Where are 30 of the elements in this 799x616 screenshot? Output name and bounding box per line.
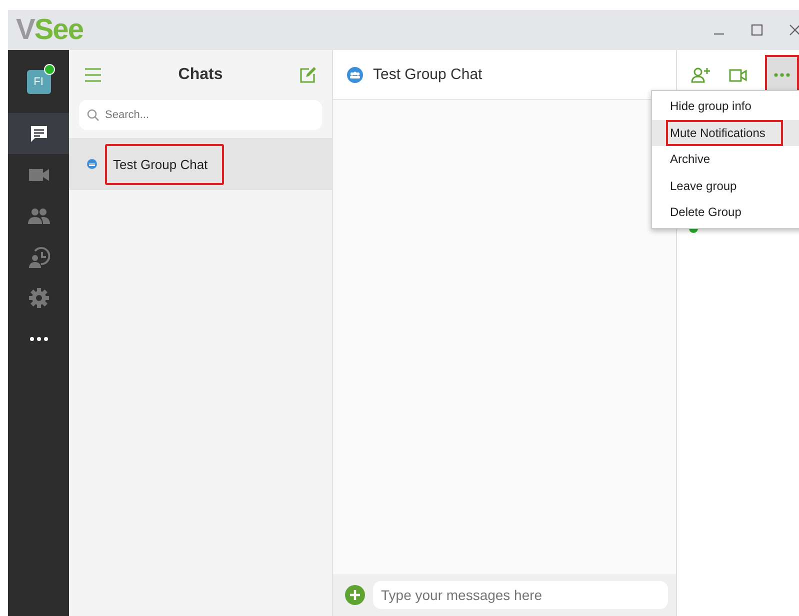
nav-tab[interactable] xyxy=(8,113,69,154)
chat-icon xyxy=(28,124,48,144)
menu-icon[interactable] xyxy=(85,68,101,82)
history-icon xyxy=(28,246,50,268)
compose-icon[interactable] xyxy=(300,67,316,83)
app-logo: VSee xyxy=(16,14,83,46)
menu-item[interactable]: Archive xyxy=(652,146,799,172)
chat-name: Test Group Chat xyxy=(105,144,224,184)
add-icon[interactable] xyxy=(345,585,365,605)
close-icon[interactable] xyxy=(789,24,799,36)
settings-icon xyxy=(28,288,48,308)
search-icon xyxy=(87,109,99,121)
menu-item[interactable]: Delete Group xyxy=(652,199,799,226)
video-camera-icon xyxy=(28,168,48,182)
people-icon xyxy=(28,208,50,224)
message-field[interactable]: Type your messages here xyxy=(373,581,668,609)
more-icon xyxy=(774,73,790,77)
maximize-icon[interactable] xyxy=(751,24,763,36)
video-camera-icon[interactable] xyxy=(729,68,747,82)
more-icon xyxy=(30,336,48,340)
panel-title: Chats xyxy=(178,66,223,84)
menu-item[interactable]: Mute Notifications xyxy=(652,120,799,146)
chat-list-item[interactable]: Test Group Chat xyxy=(69,138,332,190)
search-field[interactable]: Search... xyxy=(79,100,322,130)
menu-item[interactable]: Leave group xyxy=(652,172,799,199)
group-icon xyxy=(347,66,363,82)
group-icon xyxy=(87,159,97,169)
conversation-title: Test Group Chat xyxy=(373,66,482,83)
menu-item[interactable]: Hide group info xyxy=(652,93,799,120)
add-person-icon[interactable] xyxy=(691,67,711,83)
